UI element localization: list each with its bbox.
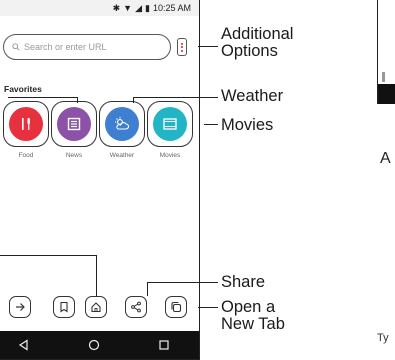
leader-line-share-h [148, 282, 218, 284]
leader-line-home-h [0, 255, 97, 257]
new-tab-button[interactable] [165, 296, 187, 318]
callout-open-new-tab: Open a New Tab [221, 299, 285, 332]
leader-line-movies [204, 124, 218, 126]
status-bar: ✱ ▼ ◢ ▮ 10:25 AM [0, 0, 199, 16]
more-options-button[interactable] [177, 38, 187, 56]
callout-share: Share [221, 273, 266, 291]
forward-button[interactable] [9, 296, 31, 318]
tabs-icon [171, 301, 182, 313]
status-time: 10:25 AM [152, 3, 191, 13]
edge-heading-fragment: A [380, 150, 391, 167]
leader-line-home-v [96, 255, 98, 296]
callout-movies: Movies [221, 116, 274, 134]
news-icon [67, 117, 81, 131]
leader-line-weather-v [133, 97, 135, 103]
callout-additional-options: Additional Options [221, 26, 293, 59]
recents-icon[interactable] [158, 339, 170, 351]
adjacent-screen-fragment [377, 0, 395, 104]
phone-screen: ✱ ▼ ◢ ▮ 10:25 AM Search or enter URL Fav… [0, 0, 200, 360]
leader-line-share-v [147, 282, 149, 296]
leader-line-weather-h [133, 97, 218, 99]
weather-icon [115, 117, 130, 130]
leader-line-favorites-v [77, 97, 79, 103]
favorite-label-weather: Weather [109, 152, 135, 159]
leader-line-newtab [198, 307, 218, 309]
favorite-label-movies: Movies [159, 152, 181, 159]
callout-additional-options-line1: Additional [221, 25, 294, 43]
back-icon[interactable] [18, 339, 30, 351]
callout-open-new-tab-line1: Open a [221, 298, 276, 316]
callout-additional-options-line2: Options [221, 41, 278, 60]
bluetooth-icon: ✱ [112, 2, 121, 13]
android-nav-bar [0, 331, 199, 359]
food-icon [22, 118, 30, 130]
favorites-title: Favorites [4, 84, 42, 94]
favorite-weather[interactable] [99, 101, 145, 147]
bookmark-icon [60, 301, 68, 313]
favorite-label-news: News [65, 152, 83, 159]
callout-open-new-tab-line2: New Tab [221, 314, 285, 333]
favorite-news[interactable] [51, 101, 97, 147]
movies-icon [163, 118, 177, 130]
more-options-icon [181, 42, 183, 45]
favorite-movies[interactable] [147, 101, 193, 147]
bookmark-button[interactable] [53, 296, 75, 318]
home-button[interactable] [85, 296, 107, 318]
leader-line-favorites-h [8, 97, 78, 99]
wifi-icon: ▼ [123, 2, 133, 13]
favorite-food[interactable] [3, 101, 49, 147]
search-input[interactable]: Search or enter URL [3, 34, 171, 60]
edge-footer-fragment: Ty [377, 332, 389, 344]
home-nav-icon[interactable] [88, 339, 100, 351]
search-placeholder: Search or enter URL [24, 42, 107, 52]
signal-icon: ◢ [135, 2, 143, 13]
share-icon [131, 301, 141, 313]
share-button[interactable] [125, 296, 147, 318]
arrow-right-icon [16, 303, 25, 311]
battery-icon: ▮ [145, 2, 150, 13]
leader-line-options [198, 46, 218, 48]
callout-weather: Weather [221, 87, 284, 105]
favorite-label-food: Food [18, 152, 34, 159]
address-row: Search or enter URL [0, 32, 199, 64]
home-icon [91, 302, 101, 313]
search-icon [12, 43, 20, 51]
